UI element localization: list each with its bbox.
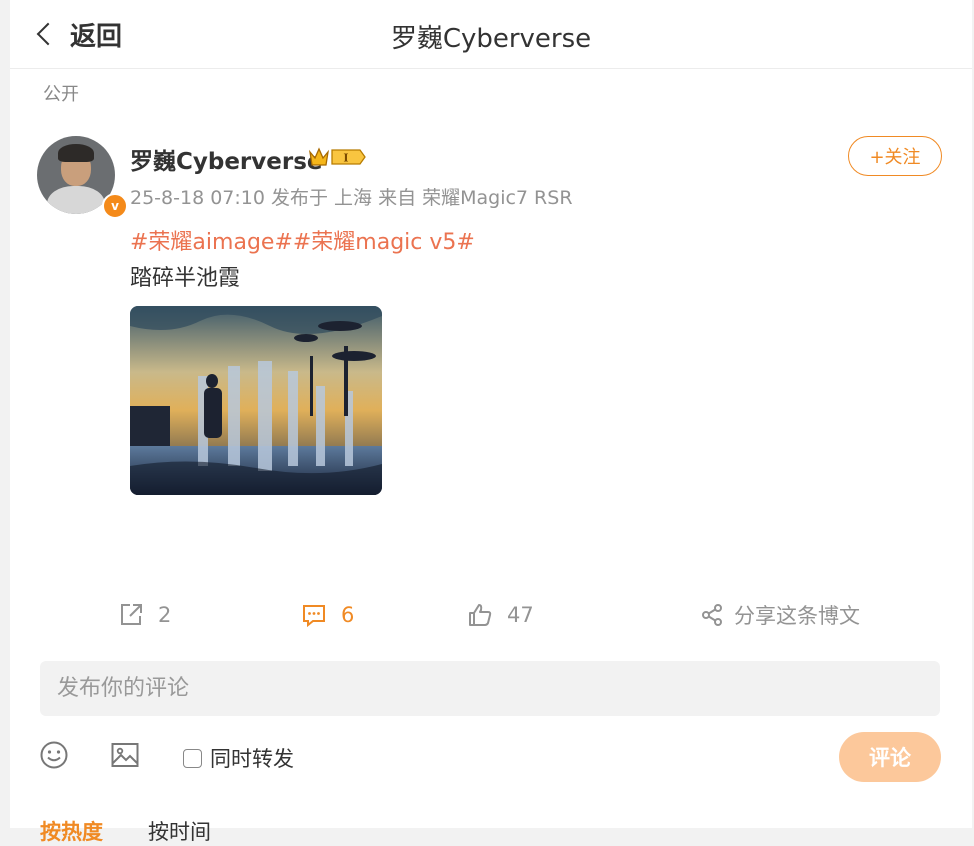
follow-button[interactable]: +关注 xyxy=(848,136,942,176)
comment-action[interactable]: 6 xyxy=(301,598,354,632)
comment-icon xyxy=(303,605,325,628)
repost-count: 2 xyxy=(158,603,172,627)
share-icon xyxy=(702,604,722,626)
verified-badge-icon: v xyxy=(102,193,128,219)
post-image[interactable] xyxy=(130,306,382,495)
post-text: 踏碎半池霞 xyxy=(130,266,241,291)
top-bar: 返回 罗巍Cyberverse xyxy=(10,0,972,69)
avatar-body xyxy=(47,186,105,214)
visibility-label: 公开 xyxy=(43,84,79,105)
topic-tag[interactable]: #荣耀magic v5# xyxy=(293,230,475,255)
image-upload-icon[interactable] xyxy=(110,740,140,770)
weibo-card: 返回 罗巍Cyberverse 公开 v 罗巍Cyberverse I +关注 … xyxy=(10,0,972,844)
author-name[interactable]: 罗巍Cyberverse xyxy=(130,142,323,176)
topic-tags: #荣耀aimage##荣耀magic v5# xyxy=(130,224,475,256)
page-title: 罗巍Cyberverse xyxy=(390,24,592,54)
sort-by-hot-tab[interactable]: 按热度 xyxy=(40,816,103,846)
emoji-icon[interactable] xyxy=(39,740,69,770)
submit-comment-button[interactable]: 评论 xyxy=(839,732,941,782)
comment-count: 6 xyxy=(341,603,355,627)
share-action[interactable]: 分享这条博文 xyxy=(700,598,860,632)
share-label: 分享这条博文 xyxy=(734,604,860,628)
avatar-hair xyxy=(58,144,94,162)
like-count: 47 xyxy=(507,603,534,627)
repost-action[interactable]: 2 xyxy=(118,598,171,632)
checkbox-box[interactable] xyxy=(183,748,202,768)
sort-by-time-tab[interactable]: 按时间 xyxy=(148,816,211,846)
repost-icon xyxy=(121,604,142,625)
topic-tag[interactable]: #荣耀aimage# xyxy=(130,230,293,255)
like-action[interactable]: 47 xyxy=(467,598,534,632)
post-meta: 25-8-18 07:10 发布于 上海 来自 荣耀Magic7 RSR xyxy=(130,187,573,209)
repost-checkbox[interactable]: 同时转发 xyxy=(183,743,294,773)
repost-checkbox-label: 同时转发 xyxy=(210,747,294,771)
thumbs-up-icon xyxy=(469,604,492,626)
comment-input[interactable] xyxy=(40,661,940,716)
vip-crown-badge-icon: I xyxy=(309,147,366,166)
vip-level-text: I xyxy=(343,152,348,165)
